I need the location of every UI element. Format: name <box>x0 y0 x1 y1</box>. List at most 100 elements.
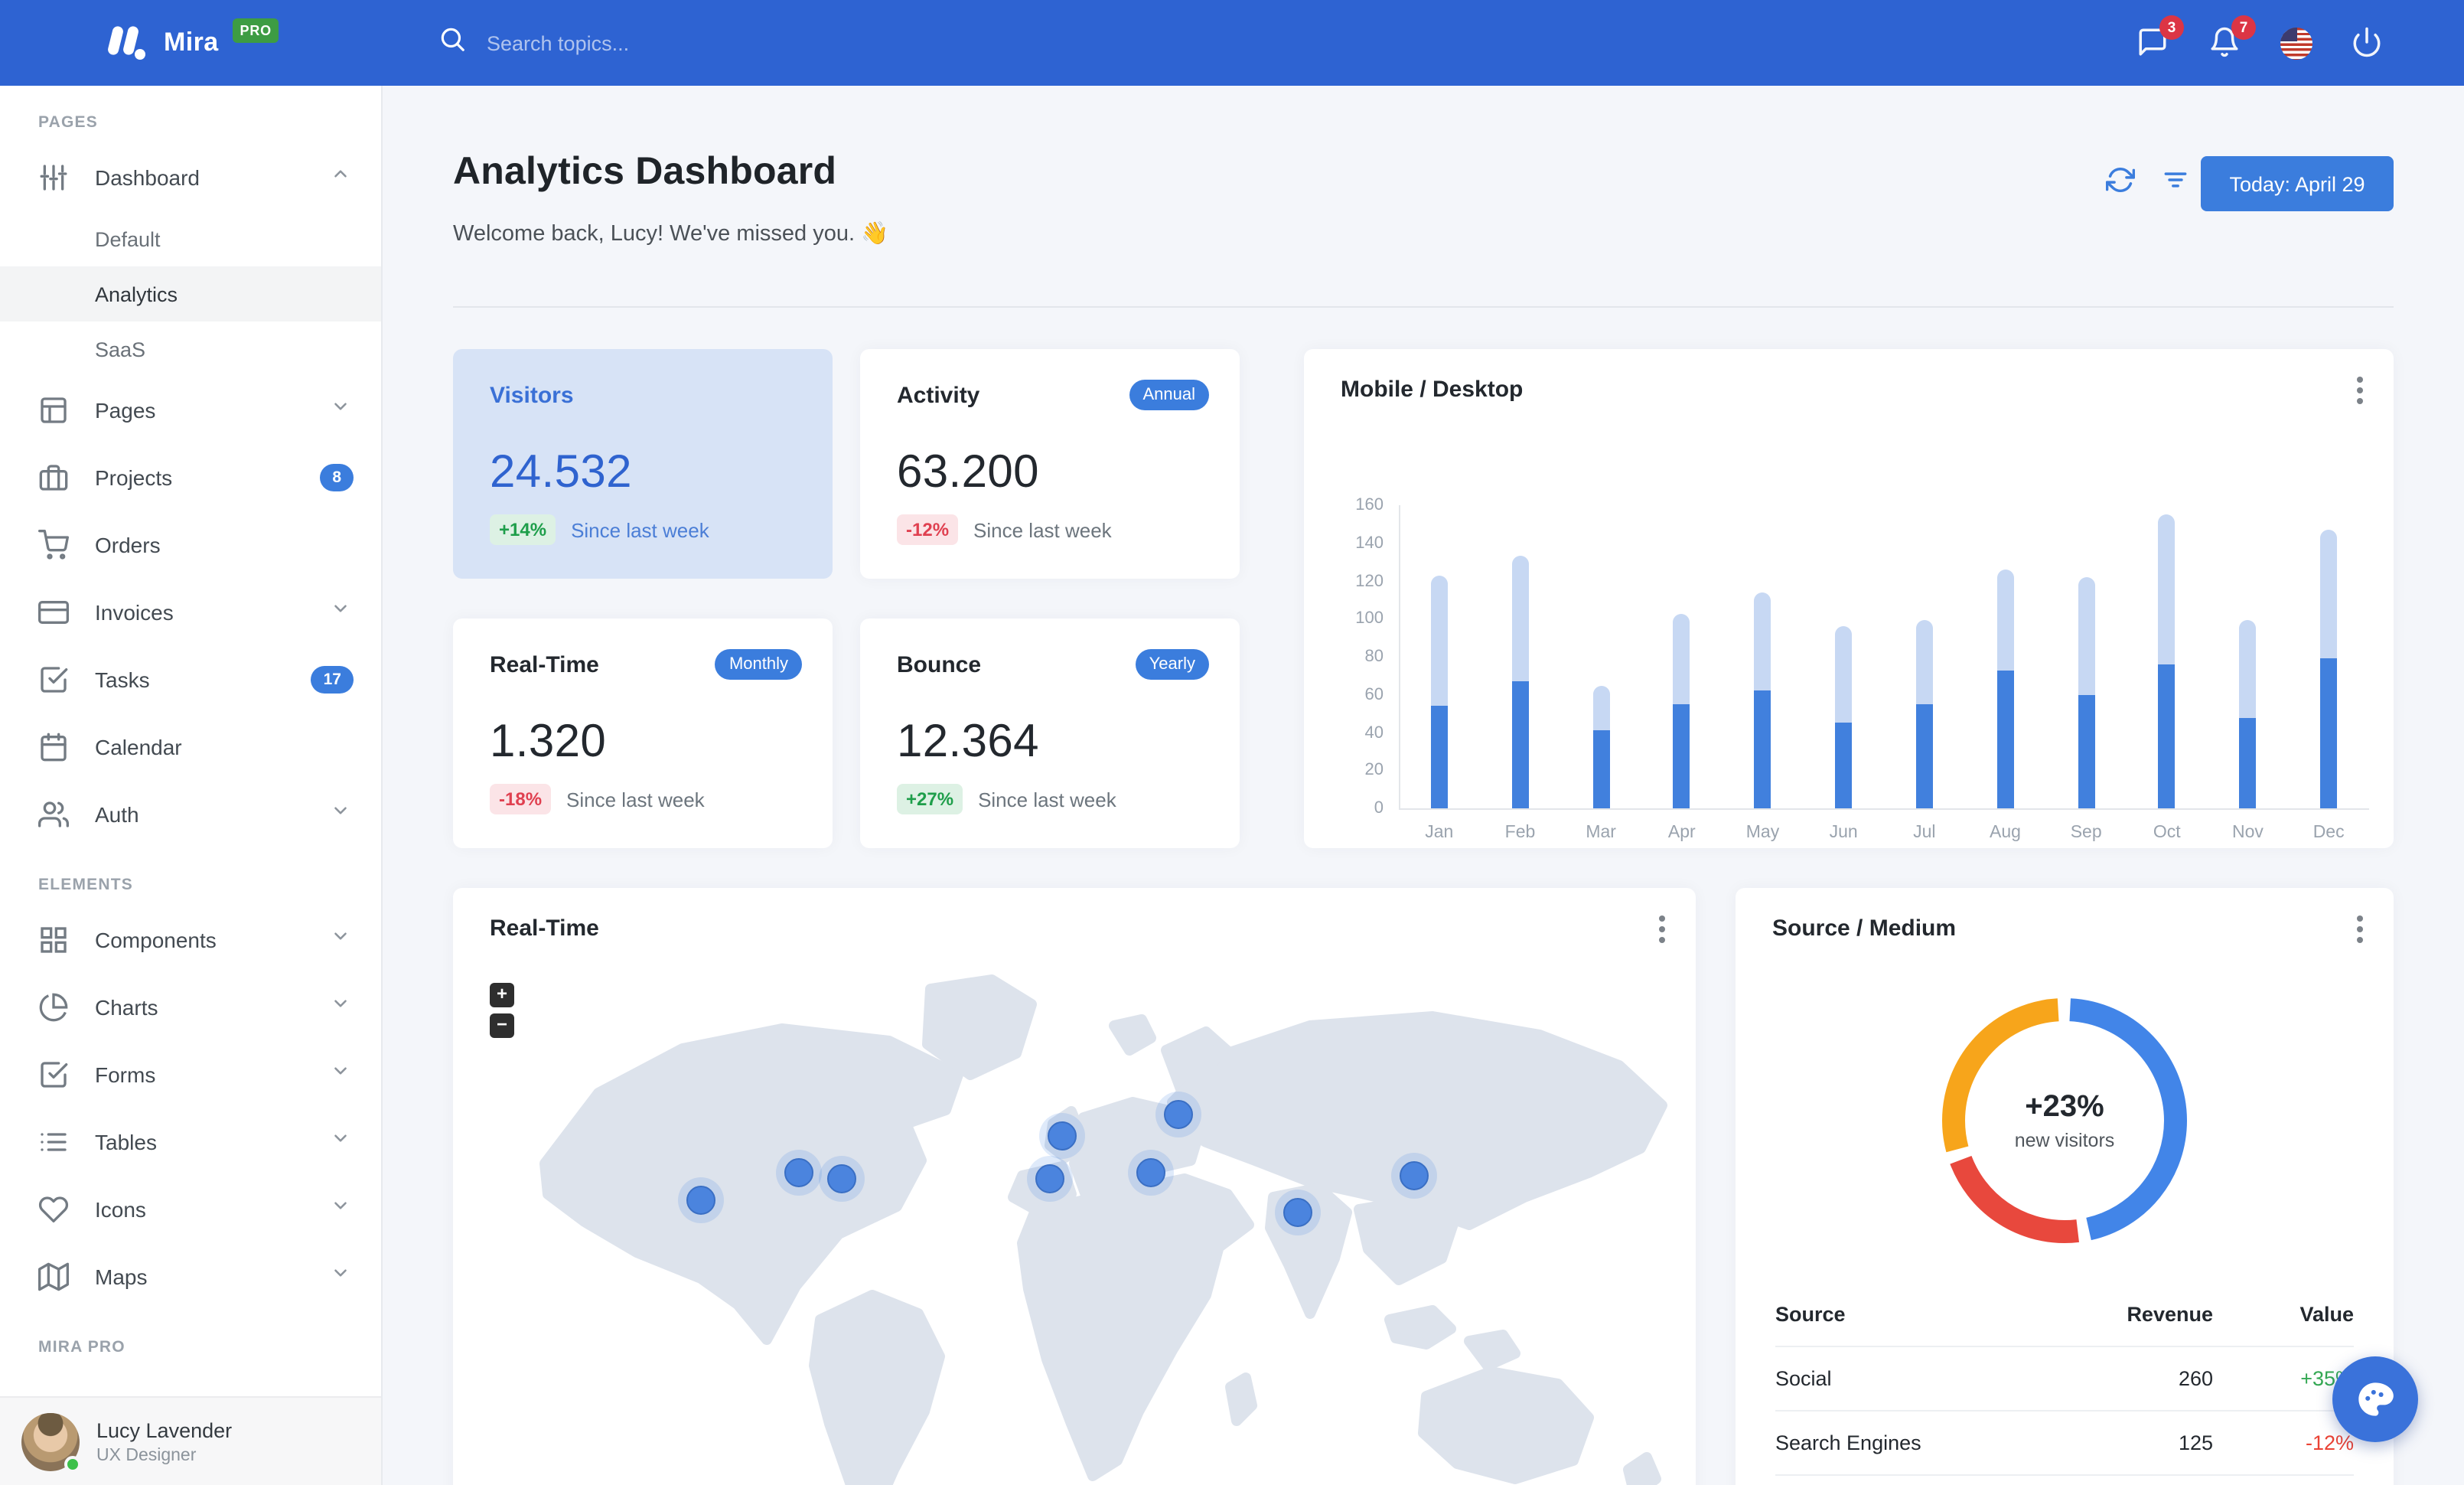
sidebar-item-tasks[interactable]: Tasks 17 <box>0 646 381 713</box>
notifications-button[interactable]: 7 <box>2208 15 2256 60</box>
source-medium-donut-chart: +23% new visitors <box>1930 986 2199 1255</box>
y-axis-tick-label: 140 <box>1355 534 1384 553</box>
map-marker-new-york[interactable] <box>819 1156 865 1202</box>
sidebar-item-label: Components <box>95 928 217 952</box>
bar-nov[interactable] <box>2239 620 2257 808</box>
card-menu-kebab-icon[interactable] <box>2357 915 2363 948</box>
grid-icon <box>38 925 69 955</box>
page-title: Analytics Dashboard <box>453 150 837 193</box>
bar-aug[interactable] <box>1996 570 2014 808</box>
stat-period-badge[interactable]: Monthly <box>715 649 802 680</box>
chevron-down-icon <box>331 397 350 424</box>
sidebar-item-invoices[interactable]: Invoices <box>0 579 381 646</box>
map-marker-istanbul[interactable] <box>1128 1150 1174 1196</box>
sidebar-subitem-saas[interactable]: SaaS <box>0 321 381 377</box>
stat-period-badge[interactable]: Yearly <box>1135 649 1209 680</box>
map-marker-london[interactable] <box>1039 1113 1085 1159</box>
map-marker-moscow[interactable] <box>1155 1092 1201 1137</box>
bar-mobile-segment <box>2239 717 2257 808</box>
map-marker-beijing[interactable] <box>1391 1153 1437 1199</box>
stat-period-badge[interactable]: Annual <box>1129 380 1209 410</box>
bar-oct[interactable] <box>2158 514 2176 808</box>
bar-jul[interactable] <box>1915 620 1933 808</box>
y-axis-tick-label: 60 <box>1364 685 1384 704</box>
map-marker-chicago[interactable] <box>776 1150 822 1196</box>
filter-icon[interactable] <box>2161 165 2192 196</box>
bar-sep[interactable] <box>2078 577 2095 808</box>
sidebar-count-badge: 17 <box>311 666 354 694</box>
sidebar-item-orders[interactable]: Orders <box>0 511 381 579</box>
source-medium-title: Source / Medium <box>1772 915 1957 942</box>
map-zoom-in-button[interactable]: + <box>490 983 514 1007</box>
table-row-search-engines[interactable]: Search Engines 125 -12% <box>1775 1412 2354 1476</box>
sidebar-item-tables[interactable]: Tables <box>0 1108 381 1176</box>
bar-dec[interactable] <box>2320 530 2338 808</box>
col-header-revenue: Revenue <box>2127 1303 2213 1326</box>
sidebar-item-forms[interactable]: Forms <box>0 1041 381 1108</box>
brand-name: Mira <box>164 28 219 57</box>
theme-customizer-button[interactable] <box>2332 1356 2418 1442</box>
bar-may[interactable] <box>1754 592 1771 808</box>
sidebar-subitem-default[interactable]: Default <box>0 211 381 266</box>
map-marker-madrid[interactable] <box>1027 1156 1073 1202</box>
map-zoom-out-button[interactable]: − <box>490 1013 514 1038</box>
map-marker-delhi[interactable] <box>1275 1190 1321 1235</box>
mira-logo-icon <box>104 20 150 66</box>
table-row-social[interactable]: Social 260 +35% <box>1775 1347 2354 1412</box>
sidebar-item-label: Calendar <box>95 735 182 759</box>
sidebar-subitem-analytics[interactable]: Analytics <box>0 266 381 321</box>
x-axis-tick-label: Feb <box>1504 824 1536 842</box>
users-icon <box>38 799 70 830</box>
brand[interactable]: Mira PRO <box>104 0 279 86</box>
online-status-dot <box>64 1455 81 1472</box>
bar-mobile-segment <box>1754 690 1771 808</box>
refresh-icon[interactable] <box>2105 165 2136 196</box>
layout-icon <box>38 395 69 426</box>
bar-jan[interactable] <box>1430 575 1448 808</box>
world-map[interactable] <box>453 964 1696 1485</box>
sidebar-item-pages[interactable]: Pages <box>0 377 381 444</box>
bar-mobile-segment <box>2078 694 2095 808</box>
sidebar-item-auth[interactable]: Auth <box>0 781 381 848</box>
stat-value: 63.200 <box>897 447 1039 498</box>
bar-jun[interactable] <box>1835 626 1853 808</box>
sidebar-item-charts[interactable]: Charts <box>0 974 381 1041</box>
bar-mobile-segment <box>2158 664 2176 808</box>
chevron-up-icon <box>331 164 350 191</box>
bar-apr[interactable] <box>1673 613 1690 808</box>
bar-feb[interactable] <box>1511 556 1529 808</box>
sidebar-user[interactable]: Lucy Lavender UX Designer <box>0 1396 381 1485</box>
sidebar-item-label: Auth <box>95 802 139 827</box>
sidebar-item-calendar[interactable]: Calendar <box>0 713 381 781</box>
bar-mobile-segment <box>2320 658 2338 808</box>
navbar-search[interactable] <box>438 0 823 86</box>
notifications-count-badge: 7 <box>2231 15 2256 40</box>
mobile-desktop-bar-chart: 0 20 40 60 80 100 120 140 160 Jan Feb Mar Apr May Jun J… <box>1304 349 2394 848</box>
cell-revenue: 260 <box>2178 1367 2213 1390</box>
stat-value: 1.320 <box>490 716 607 767</box>
date-range-button[interactable]: Today: April 29 <box>2201 156 2394 211</box>
sidebar-item-label: Charts <box>95 995 158 1020</box>
page-subtitle: Welcome back, Lucy! We've missed you. 👋 <box>453 222 889 246</box>
messages-button[interactable]: 3 <box>2136 15 2184 60</box>
sliders-icon <box>38 162 69 193</box>
language-flag-us-icon[interactable] <box>2280 27 2312 59</box>
search-input[interactable] <box>487 31 823 54</box>
card-menu-kebab-icon[interactable] <box>1659 915 1665 948</box>
chevron-down-icon <box>331 599 350 626</box>
table-row-direct[interactable]: Direct164+46% <box>1775 1476 2354 1485</box>
bar-mar[interactable] <box>1592 685 1610 808</box>
sidebar-count-badge: 8 <box>320 464 354 491</box>
sidebar-item-components[interactable]: Components <box>0 906 381 974</box>
x-axis-tick-label: Jan <box>1425 824 1454 842</box>
x-axis-tick-label: Oct <box>2153 824 2181 842</box>
sidebar-item-icons[interactable]: Icons <box>0 1176 381 1243</box>
map-marker-san-francisco[interactable] <box>678 1177 724 1223</box>
sidebar-item-maps[interactable]: Maps <box>0 1243 381 1310</box>
sidebar-item-dashboard[interactable]: Dashboard <box>0 144 381 211</box>
stat-note: Since last week <box>973 518 1112 541</box>
sign-out-button[interactable] <box>2351 26 2384 60</box>
x-axis-tick-label: May <box>1745 824 1780 842</box>
heart-icon <box>38 1194 69 1225</box>
sidebar-item-projects[interactable]: Projects 8 <box>0 444 381 511</box>
